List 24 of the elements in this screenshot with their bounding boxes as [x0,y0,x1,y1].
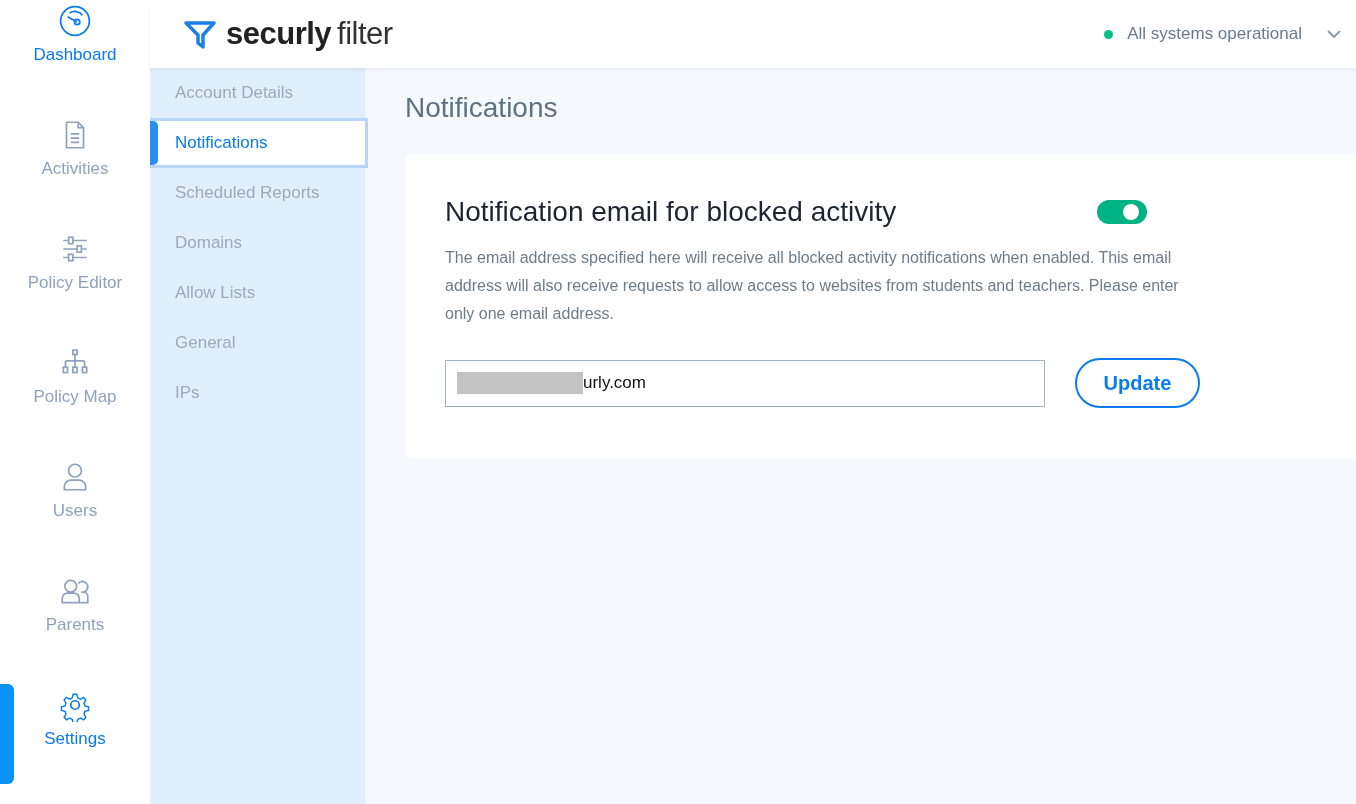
menu-item[interactable]: Account Details [150,68,365,118]
gauge-icon [58,4,92,38]
card-title: Notification email for blocked activity [445,196,897,228]
menu-item[interactable]: General [150,318,365,368]
nav-item[interactable]: Parents [0,570,150,684]
menu-item[interactable]: IPs [150,368,365,418]
nav-item[interactable]: Users [0,456,150,570]
logo-text: securly filter [226,16,393,52]
nav-item[interactable]: Dashboard [0,0,150,114]
nav-item[interactable]: Policy Editor [0,228,150,342]
email-field[interactable]: urly.com [445,359,1045,407]
menu-item[interactable]: Allow Lists [150,268,365,318]
chevron-down-icon[interactable] [1326,29,1342,39]
page-title: Notifications [405,92,559,124]
toggle-switch[interactable] [1097,200,1147,224]
nav-item[interactable]: Activities [0,114,150,228]
nav-item[interactable]: Policy Map [0,342,150,456]
update-button[interactable]: Update [1075,358,1200,408]
menu-item[interactable]: Notifications [150,118,368,168]
status-text: All systems operational [1127,24,1302,44]
nav-item[interactable]: Settings [0,684,150,798]
menu-item[interactable]: Domains [150,218,365,268]
menu-item[interactable]: Scheduled Reports [150,168,365,218]
description-text: The email address specified here will receive all blocked activity notifications when enabled. This email address will also receive requests to allow access to websites from students and teachers. Please enter only one email address. [445,248,1180,324]
